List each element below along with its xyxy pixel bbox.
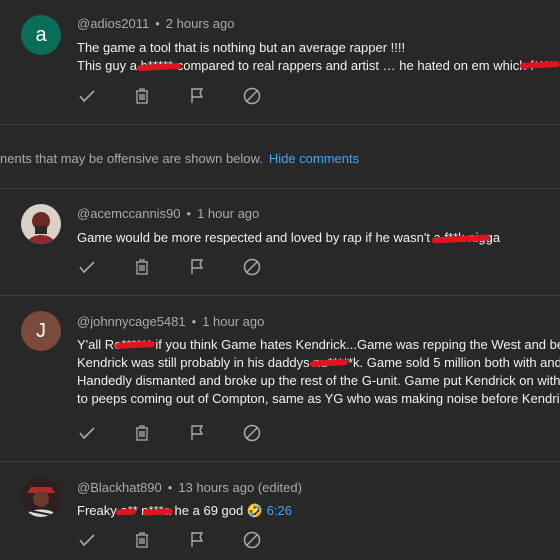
comment-time[interactable]: 1 hour ago [197, 206, 259, 221]
comment-line: Freaky a** n***a he a 69 god 🤣 6:26 [77, 502, 292, 520]
separator-dot: • [186, 206, 192, 221]
thumbs-up-icon[interactable] [77, 86, 97, 106]
avatar-image [21, 477, 61, 517]
comment-item: J @johnnycage5481 • 1 hour ago Y'all Re***… [0, 296, 560, 461]
comment-text: Freaky a** n***a he a 69 god 🤣 6:26 [77, 502, 292, 520]
avatar-letter: a [35, 23, 47, 46]
comment-header: @Blackhat890 • 13 hours ago (edited) [77, 480, 302, 495]
comment-author[interactable]: @johnnycage5481 [77, 314, 186, 329]
comment-line: to peeps coming out of Compton, same as … [77, 391, 560, 406]
avatar[interactable]: J [21, 311, 61, 351]
notice-text: nents that may be offensive are shown be… [0, 151, 263, 166]
avatar[interactable]: a [21, 15, 61, 55]
trash-icon[interactable] [132, 530, 152, 550]
block-icon[interactable] [242, 530, 262, 550]
separator-dot: • [155, 16, 160, 31]
avatar[interactable] [21, 204, 61, 244]
block-icon[interactable] [242, 86, 262, 106]
comment-actions [77, 86, 297, 106]
thumbs-up-icon[interactable] [77, 530, 97, 550]
comment-author[interactable]: @adios2011 [77, 16, 149, 31]
flag-icon[interactable] [187, 423, 207, 443]
comment-actions [77, 423, 297, 443]
separator-dot: • [167, 480, 173, 495]
trash-icon[interactable] [132, 423, 152, 443]
comment-item: @Blackhat890 • 13 hours ago (edited) Freak… [0, 462, 560, 560]
comment-line: Handedly dismanted and broke up the rest… [77, 373, 560, 388]
comment-line: The game a tool that is nothing but an a… [77, 40, 406, 55]
divider [0, 124, 560, 125]
comment-actions [77, 530, 297, 550]
avatar-image [21, 204, 61, 244]
separator-dot: • [191, 314, 197, 329]
comment-time[interactable]: 2 hours ago [166, 16, 235, 31]
trash-icon[interactable] [132, 86, 152, 106]
comment-header: @adios2011 • 2 hours ago [77, 16, 234, 31]
timestamp-link[interactable]: 6:26 [267, 503, 292, 518]
comment-header: @acemccannis90 • 1 hour ago [77, 206, 259, 221]
block-icon[interactable] [242, 423, 262, 443]
thumbs-up-icon[interactable] [77, 423, 97, 443]
comment-author[interactable]: @Blackhat890 [77, 480, 162, 495]
comment-item: @acemccannis90 • 1 hour ago Game would be … [0, 189, 560, 295]
avatar[interactable] [21, 477, 61, 517]
trash-icon[interactable] [132, 257, 152, 277]
thumbs-up-icon[interactable] [77, 257, 97, 277]
comment-item: a @adios2011 • 2 hours ago The game a tool… [0, 0, 560, 124]
offensive-comments-notice: nents that may be offensive are shown be… [0, 151, 359, 166]
flag-icon[interactable] [187, 86, 207, 106]
block-icon[interactable] [242, 257, 262, 277]
comment-author[interactable]: @acemccannis90 [77, 206, 181, 221]
flag-icon[interactable] [187, 257, 207, 277]
comment-header: @johnnycage5481 • 1 hour ago [77, 314, 264, 329]
avatar-letter: J [36, 319, 46, 342]
comment-time[interactable]: 1 hour ago [202, 314, 264, 329]
hide-comments-link[interactable]: Hide comments [269, 151, 359, 166]
redaction-mark [115, 508, 137, 516]
comment-actions [77, 257, 297, 277]
flag-icon[interactable] [187, 530, 207, 550]
comment-time[interactable]: 13 hours ago (edited) [178, 480, 302, 495]
